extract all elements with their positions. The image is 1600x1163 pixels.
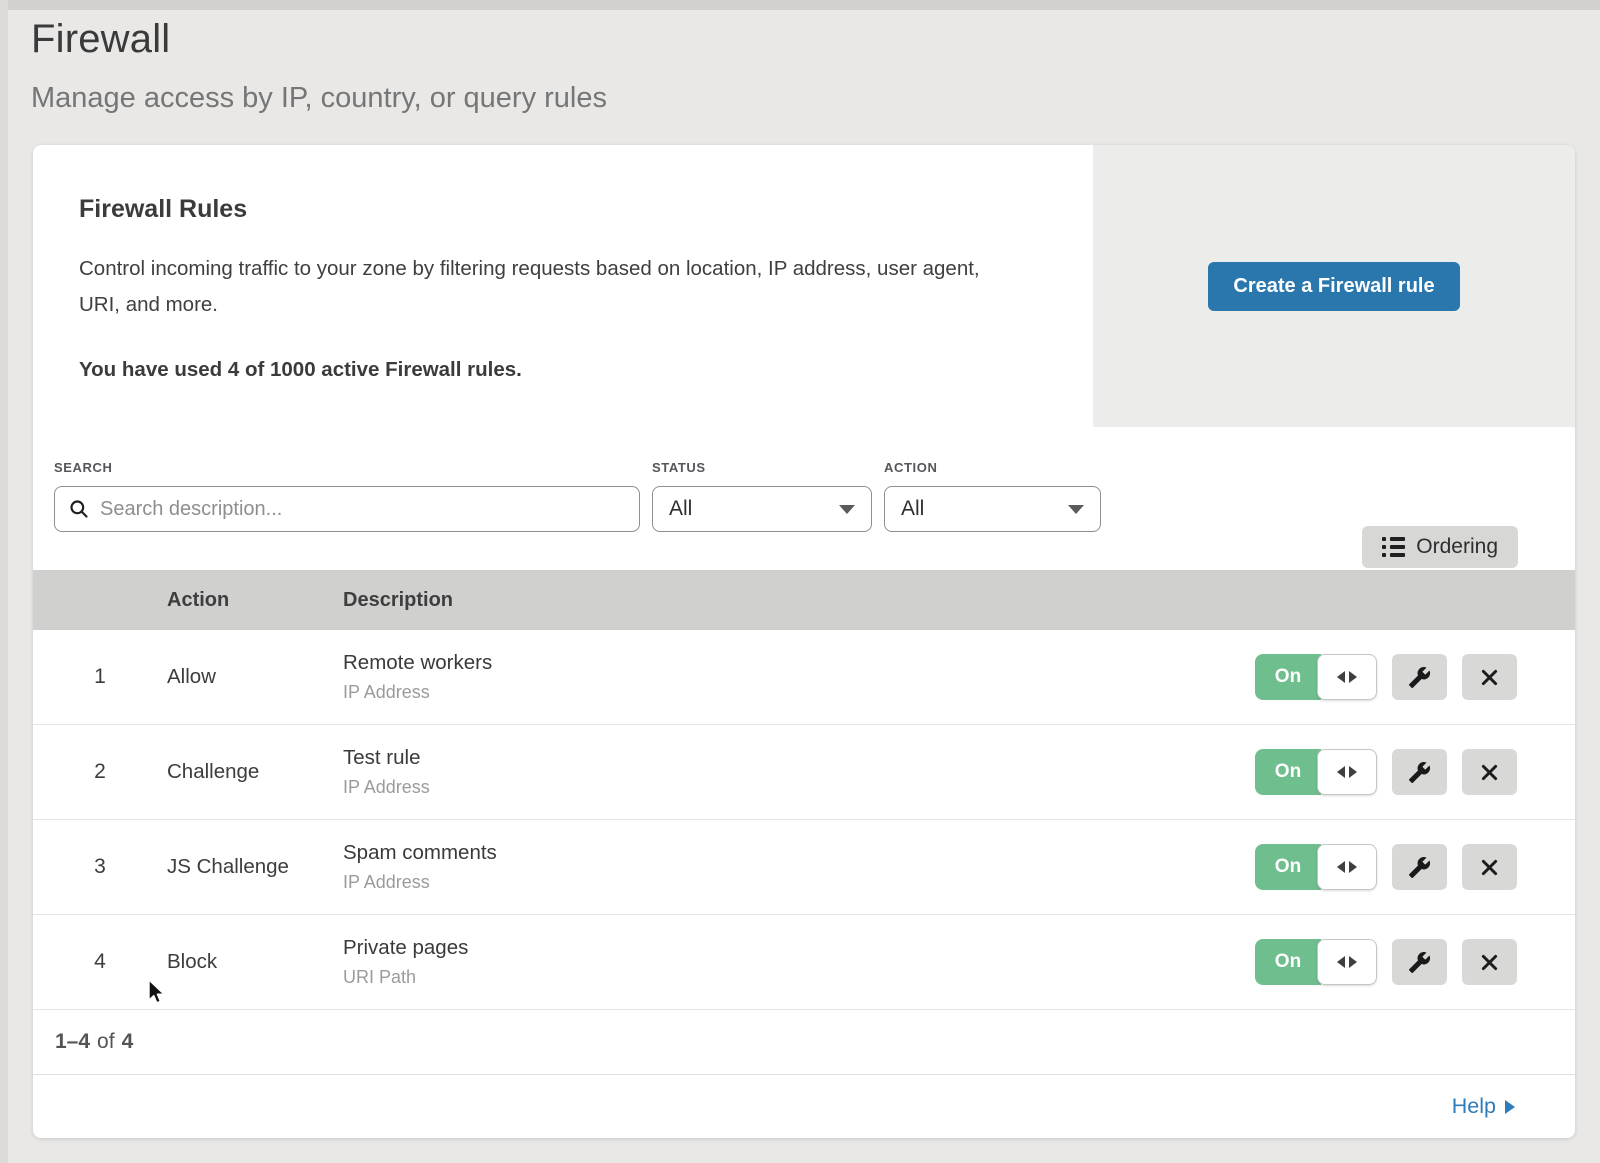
pagination-range: 1–4: [55, 1030, 90, 1054]
rule-match-type: IP Address: [343, 872, 1255, 893]
wrench-icon: [1408, 856, 1431, 879]
table-row: 4 Block Private pages URI Path On: [33, 915, 1575, 1010]
delete-rule-button[interactable]: [1462, 749, 1517, 795]
wrench-icon: [1408, 666, 1431, 689]
delete-rule-button[interactable]: [1462, 939, 1517, 985]
firewall-page: Firewall Manage access by IP, country, o…: [0, 0, 1600, 1138]
ordered-list-icon: [1382, 537, 1405, 557]
wrench-icon: [1408, 761, 1431, 784]
rule-description-cell: Private pages URI Path: [343, 936, 1255, 988]
rule-action: Challenge: [167, 760, 343, 784]
delete-rule-button[interactable]: [1462, 844, 1517, 890]
close-icon: [1479, 762, 1500, 783]
rule-controls: On: [1255, 939, 1575, 985]
filters-bar: SEARCH STATUS All ACTION: [33, 427, 1575, 570]
rule-priority: 2: [33, 760, 167, 784]
rule-action: JS Challenge: [167, 855, 343, 879]
action-field-group: ACTION All: [884, 460, 1101, 570]
page-title: Firewall: [31, 16, 1600, 62]
edit-rule-button[interactable]: [1392, 654, 1447, 700]
create-firewall-rule-button[interactable]: Create a Firewall rule: [1208, 262, 1459, 311]
rule-description: Remote workers: [343, 651, 1255, 675]
arrow-right-icon: [1505, 1100, 1515, 1114]
rule-priority: 1: [33, 665, 167, 689]
card-top-section: Firewall Rules Control incoming traffic …: [33, 145, 1575, 427]
rule-action: Allow: [167, 665, 343, 689]
status-field-group: STATUS All: [652, 460, 872, 570]
firewall-rules-card: Firewall Rules Control incoming traffic …: [33, 145, 1575, 1138]
action-label: ACTION: [884, 460, 1101, 475]
rule-match-type: URI Path: [343, 967, 1255, 988]
usage-summary: You have used 4 of 1000 active Firewall …: [79, 358, 1023, 382]
table-header: Action Description: [33, 570, 1575, 630]
rule-enabled-toggle[interactable]: On: [1255, 844, 1377, 890]
drag-arrows-icon: [1317, 654, 1377, 700]
toggle-on-label: On: [1255, 939, 1321, 985]
toggle-on-label: On: [1255, 749, 1321, 795]
delete-rule-button[interactable]: [1462, 654, 1517, 700]
drag-arrows-icon: [1317, 939, 1377, 985]
search-icon: [69, 499, 89, 519]
search-input[interactable]: [100, 498, 625, 521]
section-heading: Firewall Rules: [79, 195, 1023, 224]
chevron-down-icon: [839, 505, 855, 514]
rule-match-type: IP Address: [343, 682, 1255, 703]
rule-controls: On: [1255, 844, 1575, 890]
rule-description-cell: Test rule IP Address: [343, 746, 1255, 798]
page-header: Firewall Manage access by IP, country, o…: [31, 0, 1600, 115]
close-icon: [1479, 667, 1500, 688]
drag-arrows-icon: [1317, 844, 1377, 890]
rule-description-cell: Spam comments IP Address: [343, 841, 1255, 893]
toggle-on-label: On: [1255, 654, 1321, 700]
help-link[interactable]: Help: [1452, 1094, 1515, 1119]
drag-arrows-icon: [1317, 749, 1377, 795]
search-field-group: SEARCH: [54, 460, 640, 570]
help-row: Help: [33, 1075, 1575, 1138]
chevron-down-icon: [1068, 505, 1084, 514]
action-selected-value: All: [901, 497, 924, 521]
rule-priority: 4: [33, 950, 167, 974]
create-rule-panel: Create a Firewall rule: [1093, 145, 1575, 427]
rule-enabled-toggle[interactable]: On: [1255, 749, 1377, 795]
pagination-row: 1–4 of 4: [33, 1010, 1575, 1075]
edit-rule-button[interactable]: [1392, 939, 1447, 985]
rule-description-cell: Remote workers IP Address: [343, 651, 1255, 703]
close-icon: [1479, 857, 1500, 878]
search-label: SEARCH: [54, 460, 640, 475]
rule-action: Block: [167, 950, 343, 974]
status-label: STATUS: [652, 460, 872, 475]
help-link-label: Help: [1452, 1094, 1496, 1119]
rule-match-type: IP Address: [343, 777, 1255, 798]
table-row: 2 Challenge Test rule IP Address On: [33, 725, 1575, 820]
page-subtitle: Manage access by IP, country, or query r…: [31, 82, 1600, 115]
rule-controls: On: [1255, 654, 1575, 700]
rule-description: Private pages: [343, 936, 1255, 960]
section-description: Control incoming traffic to your zone by…: [79, 251, 1023, 323]
column-action: Action: [167, 589, 343, 612]
status-selected-value: All: [669, 497, 692, 521]
ordering-button[interactable]: Ordering: [1362, 526, 1518, 568]
wrench-icon: [1408, 951, 1431, 974]
rule-controls: On: [1255, 749, 1575, 795]
rule-priority: 3: [33, 855, 167, 879]
ordering-button-label: Ordering: [1416, 535, 1498, 559]
rule-enabled-toggle[interactable]: On: [1255, 939, 1377, 985]
rule-description: Test rule: [343, 746, 1255, 770]
search-box: [54, 486, 640, 532]
rule-enabled-toggle[interactable]: On: [1255, 654, 1377, 700]
column-description: Description: [343, 589, 1575, 612]
toggle-on-label: On: [1255, 844, 1321, 890]
action-select[interactable]: All: [884, 486, 1101, 532]
close-icon: [1479, 952, 1500, 973]
table-row: 3 JS Challenge Spam comments IP Address …: [33, 820, 1575, 915]
edit-rule-button[interactable]: [1392, 844, 1447, 890]
filters-spacer: [1101, 460, 1362, 570]
pagination-total: 4: [122, 1030, 134, 1054]
table-row: 1 Allow Remote workers IP Address On: [33, 630, 1575, 725]
edit-rule-button[interactable]: [1392, 749, 1447, 795]
status-select[interactable]: All: [652, 486, 872, 532]
rule-description: Spam comments: [343, 841, 1255, 865]
pagination-of: of: [97, 1030, 115, 1054]
intro-section: Firewall Rules Control incoming traffic …: [33, 145, 1093, 427]
